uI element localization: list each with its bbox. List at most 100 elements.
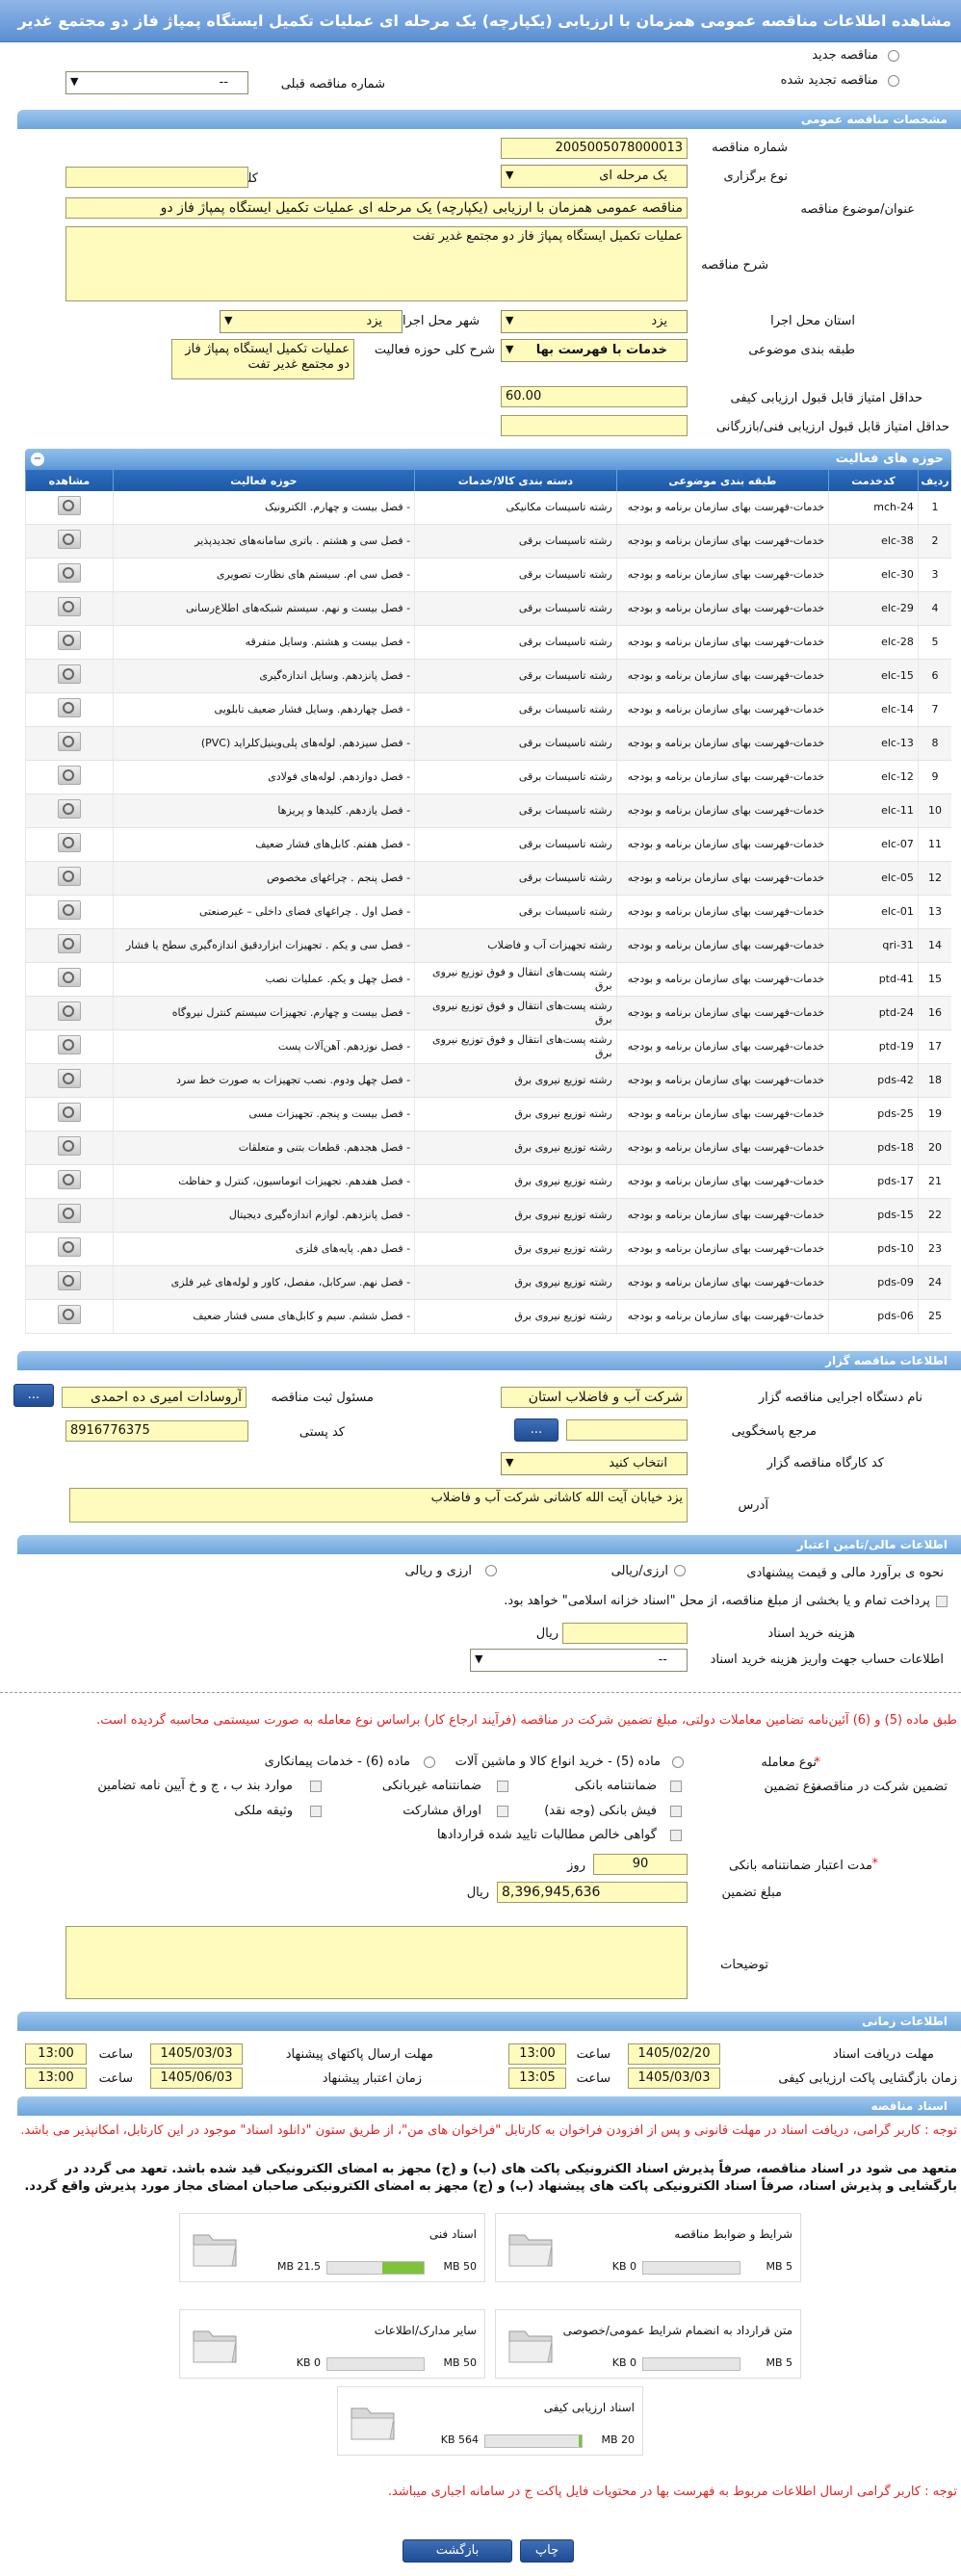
postal-code-label: کد پستی bbox=[299, 1425, 345, 1440]
guarantee-bank-checkbox[interactable] bbox=[670, 1781, 682, 1792]
reference-field[interactable] bbox=[566, 1419, 688, 1441]
guarantee-amount-field[interactable]: 8,396,945,636 bbox=[497, 1882, 688, 1903]
account-select[interactable]: -- ▼ bbox=[470, 1649, 688, 1672]
validity-field[interactable]: 90 bbox=[593, 1854, 688, 1875]
new-tender-radio[interactable] bbox=[888, 50, 899, 62]
cell-group: رشته توزیع نیروی برق bbox=[414, 1164, 617, 1199]
view-detail-icon[interactable] bbox=[57, 1035, 81, 1054]
estimate-option2-radio[interactable] bbox=[485, 1565, 497, 1576]
responsible-field[interactable]: آروسادات امیری ده احمدی bbox=[62, 1387, 247, 1408]
view-detail-icon[interactable] bbox=[57, 631, 81, 650]
deal-type-article6-label: ماده (6) - خدمات پیمانکاری bbox=[264, 1755, 410, 1769]
tender-number-field[interactable]: 2005005078000013 bbox=[501, 138, 688, 159]
file-current-size: 21.5 MB bbox=[276, 2260, 321, 2273]
workshop-select[interactable]: انتخاب کنید ▼ bbox=[501, 1452, 688, 1475]
guarantee-cash-checkbox[interactable] bbox=[670, 1806, 682, 1817]
document-file-box[interactable]: سایر مدارک/اطلاعات 50 MB 0 KB bbox=[179, 2309, 485, 2379]
view-detail-icon[interactable] bbox=[57, 934, 81, 953]
view-detail-icon[interactable] bbox=[57, 563, 81, 583]
subject-field[interactable]: مناقصه عمومی همزمان با ارزیابی (یکپارچه)… bbox=[65, 197, 688, 219]
view-detail-icon[interactable] bbox=[57, 698, 81, 717]
doc-cost-field[interactable] bbox=[562, 1623, 688, 1644]
table-row: 10 elc-11 خدمات-فهرست بهای سازمان برنامه و… bbox=[25, 794, 951, 828]
back-button[interactable]: بازگشت bbox=[403, 2539, 512, 2563]
view-detail-icon[interactable] bbox=[57, 1069, 81, 1088]
view-detail-icon[interactable] bbox=[57, 1170, 81, 1189]
view-detail-icon[interactable] bbox=[57, 732, 81, 751]
estimate-option1-radio[interactable] bbox=[674, 1565, 686, 1576]
receive-time-field[interactable]: 13:00 bbox=[508, 2043, 566, 2065]
table-row: 24 pds-09 خدمات-فهرست بهای سازمان برنامه و… bbox=[25, 1265, 951, 1300]
postal-code-field[interactable]: 8916776375 bbox=[65, 1420, 248, 1442]
table-row: 13 elc-01 خدمات-فهرست بهای سازمان برنامه و… bbox=[25, 895, 951, 929]
view-detail-icon[interactable] bbox=[57, 530, 81, 549]
open-date-field[interactable]: 1405/03/03 bbox=[628, 2068, 720, 2089]
cell-service-code: ptd-24 bbox=[828, 996, 919, 1030]
prev-number-select[interactable]: -- ▼ bbox=[65, 71, 248, 94]
view-detail-icon[interactable] bbox=[57, 664, 81, 684]
file-name: اسناد ارزیابی کیفی bbox=[543, 2401, 635, 2414]
cell-row: 13 bbox=[917, 895, 951, 929]
deal-type-article6-radio[interactable] bbox=[424, 1756, 435, 1768]
holding-type-select[interactable]: یک مرحله ای ▼ bbox=[501, 165, 688, 188]
open-hour-field[interactable]: 13:05 bbox=[508, 2068, 566, 2089]
view-detail-icon[interactable] bbox=[57, 766, 81, 785]
validity-date-field[interactable]: 1405/06/03 bbox=[150, 2068, 243, 2089]
document-file-box[interactable]: اسناد ارزیابی کیفی 20 MB 564 KB bbox=[337, 2386, 643, 2456]
validity-hour-field[interactable]: 13:00 bbox=[25, 2068, 87, 2089]
view-detail-icon[interactable] bbox=[57, 833, 81, 852]
category-select[interactable]: خدمات با فهرست بها ▼ bbox=[501, 339, 688, 362]
validity-unit: روز bbox=[567, 1859, 585, 1873]
guarantee-clauses-checkbox[interactable] bbox=[310, 1781, 322, 1792]
keyword-field[interactable] bbox=[65, 167, 248, 188]
city-select[interactable]: یزد ▼ bbox=[220, 310, 403, 333]
chevron-down-icon: ▼ bbox=[224, 314, 233, 326]
view-detail-icon[interactable] bbox=[57, 1237, 81, 1257]
cell-service-code: elc-30 bbox=[828, 558, 919, 592]
guarantee-nonbank-checkbox[interactable] bbox=[497, 1781, 508, 1792]
guarantee-claims-checkbox[interactable] bbox=[670, 1830, 682, 1841]
cell-activity: - فصل پنجم . چراغهای مخصوص bbox=[112, 861, 415, 896]
send-time-field[interactable]: 13:00 bbox=[25, 2043, 87, 2065]
collapse-icon[interactable]: − bbox=[31, 453, 44, 466]
view-detail-icon[interactable] bbox=[57, 968, 81, 987]
document-file-box[interactable]: شرایط و ضوابط مناقصه 5 MB 0 KB bbox=[495, 2213, 801, 2282]
view-detail-icon[interactable] bbox=[57, 900, 81, 920]
province-select[interactable]: یزد ▼ bbox=[501, 310, 688, 333]
receive-date-field[interactable]: 1405/02/20 bbox=[628, 2043, 720, 2065]
org-name-field[interactable]: شرکت آب و فاضلاب استان bbox=[501, 1387, 688, 1408]
treasury-checkbox[interactable] bbox=[936, 1596, 948, 1607]
description-textarea[interactable]: عملیات تکمیل ایستگاه پمپاژ فاز دو مجتمع … bbox=[65, 226, 688, 301]
cell-row: 12 bbox=[917, 861, 951, 896]
deal-type-article5-radio[interactable] bbox=[672, 1756, 684, 1768]
reference-label: مرجع پاسخگویی bbox=[731, 1424, 817, 1439]
view-detail-icon[interactable] bbox=[57, 799, 81, 819]
guarantee-bonds-checkbox[interactable] bbox=[497, 1806, 508, 1817]
min-quality-field[interactable]: 60.00 bbox=[501, 386, 688, 407]
document-file-box[interactable]: متن قرارداد به انضمام شرایط عمومی/خصوصی 5… bbox=[495, 2309, 801, 2379]
view-detail-icon[interactable] bbox=[57, 1136, 81, 1156]
view-detail-icon[interactable] bbox=[57, 867, 81, 886]
guarantee-property-checkbox[interactable] bbox=[310, 1806, 322, 1817]
scope-field[interactable]: عملیات تکمیل ایستگاه پمپاژ فاز دو مجتمع … bbox=[171, 339, 354, 379]
view-detail-icon[interactable] bbox=[57, 597, 81, 616]
view-detail-icon[interactable] bbox=[57, 496, 81, 515]
renewed-tender-radio[interactable] bbox=[888, 75, 899, 87]
cell-activity: - فصل اول . چراغهای فضای داخلی – غیرصنعت… bbox=[112, 895, 415, 929]
min-tech-field[interactable] bbox=[501, 415, 688, 436]
send-date-field[interactable]: 1405/03/03 bbox=[150, 2043, 243, 2065]
view-detail-icon[interactable] bbox=[57, 1305, 81, 1324]
view-detail-icon[interactable] bbox=[57, 1103, 81, 1122]
view-detail-icon[interactable] bbox=[57, 1002, 81, 1021]
subject-label: عنوان/موضوع مناقصه bbox=[800, 202, 915, 217]
document-file-box[interactable]: اسناد فنی 50 MB 21.5 MB bbox=[179, 2213, 485, 2282]
print-button[interactable]: چاپ bbox=[520, 2539, 574, 2563]
tender-number-label: شماره مناقصه bbox=[712, 141, 788, 155]
reference-browse-button[interactable]: ... bbox=[514, 1418, 558, 1442]
address-field[interactable]: یزد خیابان آیت الله کاشانی شرکت آب و فاض… bbox=[69, 1488, 688, 1522]
cell-row: 5 bbox=[917, 625, 951, 660]
responsible-browse-button[interactable]: ... bbox=[13, 1384, 54, 1407]
view-detail-icon[interactable] bbox=[57, 1271, 81, 1290]
view-detail-icon[interactable] bbox=[57, 1204, 81, 1223]
notes-textarea[interactable] bbox=[65, 1926, 688, 1999]
